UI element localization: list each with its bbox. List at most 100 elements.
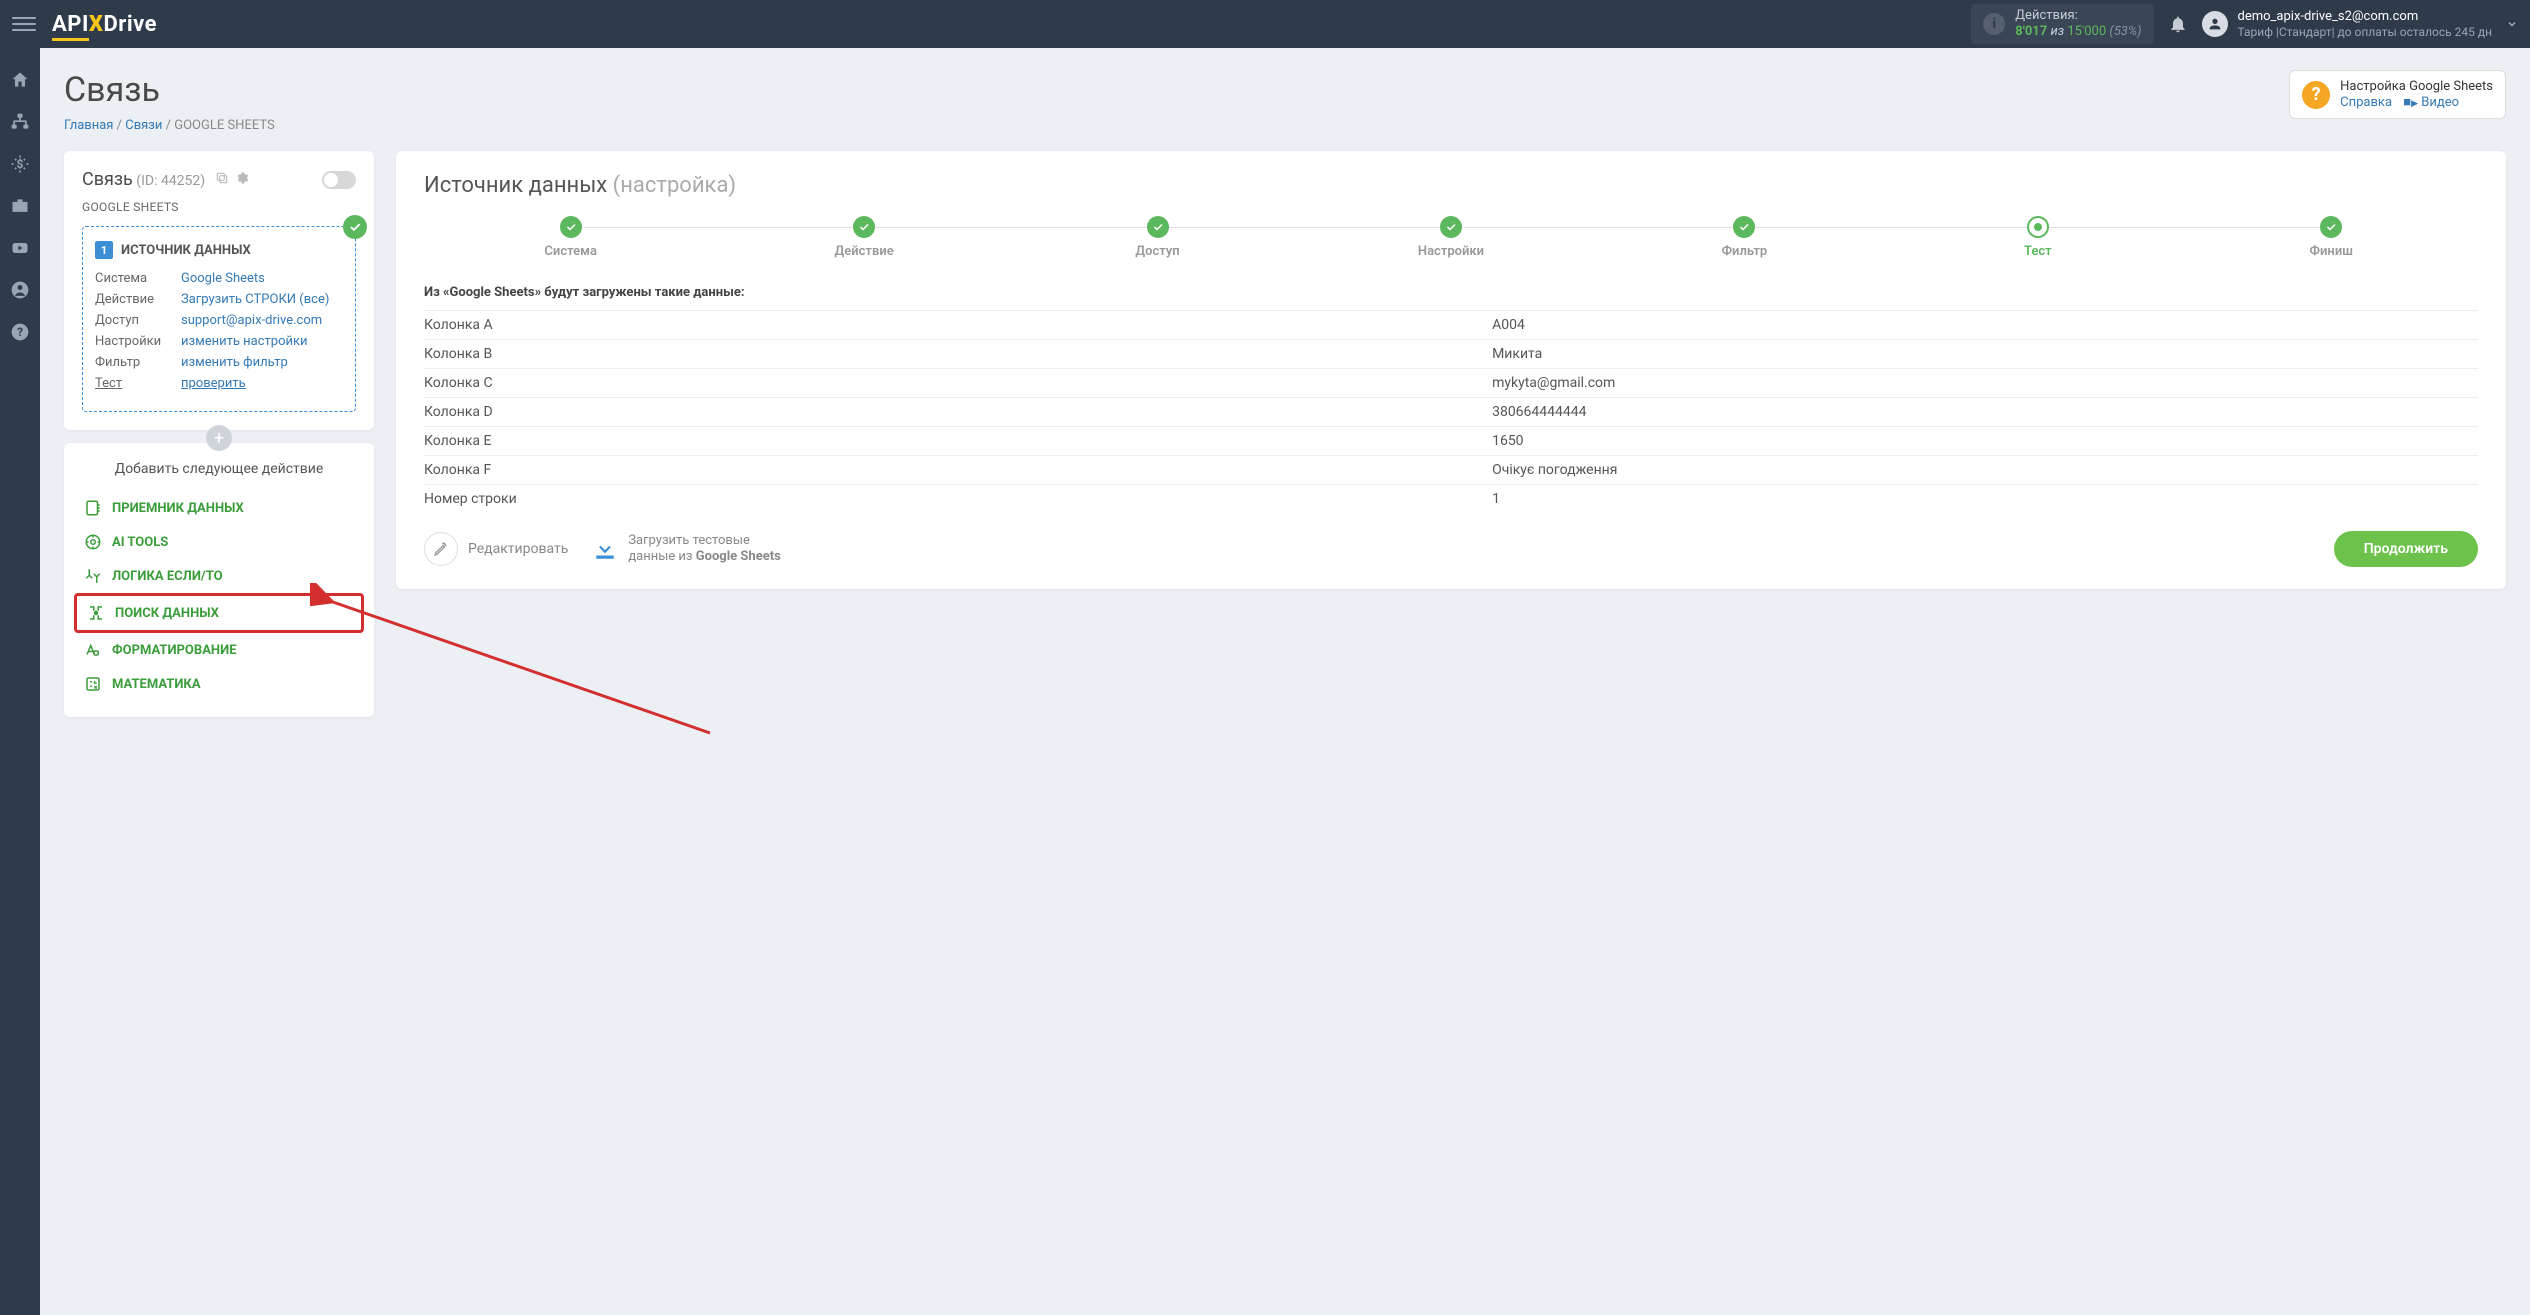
- step-Тест[interactable]: Тест: [1891, 216, 2184, 259]
- actions-usage[interactable]: i Действия: 8'017 из 15'000 (53%): [1971, 4, 2153, 43]
- download-icon: [592, 536, 618, 562]
- action-icon: [84, 675, 102, 693]
- step-label: Фильтр: [1598, 244, 1891, 259]
- nav-help-icon[interactable]: ?: [10, 322, 30, 342]
- action-icon: [84, 641, 102, 659]
- source-number: 1: [95, 241, 113, 259]
- connection-toggle[interactable]: [322, 171, 356, 189]
- nav-billing-icon[interactable]: $: [10, 154, 30, 174]
- add-action-knob[interactable]: +: [206, 425, 232, 451]
- action-math[interactable]: МАТЕМАТИКА: [74, 667, 364, 701]
- action-label: AI TOOLS: [112, 535, 168, 550]
- help-title: Настройка Google Sheets: [2340, 79, 2493, 94]
- nav-connections-icon[interactable]: [10, 112, 30, 132]
- connection-card: Связь (ID: 44252) GOOGLE SHEETS: [64, 151, 374, 430]
- connection-subtitle: GOOGLE SHEETS: [82, 200, 356, 214]
- step-label: Тест: [1891, 244, 2184, 259]
- data-row: Колонка BМикита: [424, 339, 2478, 368]
- steps: СистемаДействиеДоступНастройкиФильтрТест…: [424, 216, 2478, 259]
- source-box[interactable]: 1 ИСТОЧНИК ДАННЫХ СистемаGoogle SheetsДе…: [82, 226, 356, 412]
- topbar: APIXDrive i Действия: 8'017 из 15'000 (5…: [0, 0, 2530, 48]
- logo[interactable]: APIXDrive: [52, 12, 157, 37]
- data-value: 380664444444: [1492, 404, 2478, 420]
- action-label: ФОРМАТИРОВАНИЕ: [112, 643, 237, 658]
- source-key: Доступ: [95, 313, 181, 328]
- info-icon: i: [1983, 13, 2005, 35]
- data-key: Колонка A: [424, 317, 1492, 333]
- bell-icon[interactable]: [2168, 14, 2188, 34]
- connection-title: Связь: [82, 169, 133, 190]
- edit-label: Редактировать: [468, 541, 568, 557]
- user-email: demo_apix-drive_s2@com.com: [2238, 9, 2492, 25]
- logo-x: X: [89, 12, 104, 37]
- action-label: МАТЕМАТИКА: [112, 677, 201, 692]
- step-Финиш[interactable]: Финиш: [2185, 216, 2478, 259]
- data-key: Колонка F: [424, 462, 1492, 478]
- source-value[interactable]: support@apix-drive.com: [181, 313, 322, 328]
- help-link-docs[interactable]: Справка: [2340, 95, 2392, 110]
- source-header: ИСТОЧНИК ДАННЫХ: [121, 243, 251, 258]
- nav-briefcase-icon[interactable]: [10, 196, 30, 216]
- page-title: Связь: [64, 70, 275, 110]
- chevron-down-icon[interactable]: [2506, 18, 2518, 30]
- data-key: Колонка E: [424, 433, 1492, 449]
- source-key: Фильтр: [95, 355, 181, 370]
- user-info[interactable]: demo_apix-drive_s2@com.com Тариф |Станда…: [2238, 9, 2492, 39]
- data-value: Очікує погодження: [1492, 462, 2478, 478]
- nav-user-icon[interactable]: [10, 280, 30, 300]
- continue-button[interactable]: Продолжить: [2334, 531, 2478, 567]
- step-label: Система: [424, 244, 717, 259]
- action-icon: [84, 499, 102, 517]
- data-value: mykyta@gmail.com: [1492, 375, 2478, 391]
- breadcrumb-home[interactable]: Главная: [64, 118, 113, 133]
- action-icon: [84, 533, 102, 551]
- step-Настройки[interactable]: Настройки: [1304, 216, 1597, 259]
- source-value[interactable]: проверить: [181, 376, 246, 391]
- data-key: Колонка C: [424, 375, 1492, 391]
- nav-home-icon[interactable]: [10, 70, 30, 90]
- breadcrumb-current: GOOGLE SHEETS: [174, 118, 274, 133]
- data-row: Колонка D380664444444: [424, 397, 2478, 426]
- edit-button[interactable]: Редактировать: [424, 532, 568, 566]
- breadcrumb-links[interactable]: Связи: [125, 118, 162, 133]
- data-row: Колонка Cmykyta@gmail.com: [424, 368, 2478, 397]
- action-data-search[interactable]: ПОИСК ДАННЫХ: [74, 593, 364, 633]
- connection-id: (ID: 44252): [136, 173, 205, 189]
- user-avatar[interactable]: [2202, 11, 2228, 37]
- data-key: Номер строки: [424, 491, 1492, 507]
- nav-video-icon[interactable]: [10, 238, 30, 258]
- video-icon: ■▶: [2403, 95, 2418, 110]
- menu-toggle[interactable]: [12, 12, 36, 36]
- data-key: Колонка D: [424, 404, 1492, 420]
- step-Система[interactable]: Система: [424, 216, 717, 259]
- step-label: Доступ: [1011, 244, 1304, 259]
- action-icon: [84, 567, 102, 585]
- data-value: 1650: [1492, 433, 2478, 449]
- main-card: Источник данных (настройка) СистемаДейст…: [396, 151, 2506, 589]
- svg-text:$: $: [17, 157, 24, 171]
- source-value[interactable]: изменить фильтр: [181, 355, 288, 370]
- action-label: ПОИСК ДАННЫХ: [115, 606, 219, 621]
- action-logic[interactable]: ЛОГИКА ЕСЛИ/ТО: [74, 559, 364, 593]
- actions-pct: (53%): [2109, 24, 2141, 39]
- copy-icon[interactable]: [215, 171, 229, 185]
- source-value[interactable]: Google Sheets: [181, 271, 265, 286]
- step-label: Финиш: [2185, 244, 2478, 259]
- data-row: Номер строки1: [424, 484, 2478, 513]
- pencil-icon: [424, 532, 458, 566]
- action-ai-tools[interactable]: AI TOOLS: [74, 525, 364, 559]
- data-value: Микита: [1492, 346, 2478, 362]
- action-receiver[interactable]: ПРИЕМНИК ДАННЫХ: [74, 491, 364, 525]
- help-link-video[interactable]: Видео: [2421, 95, 2459, 110]
- source-value[interactable]: изменить настройки: [181, 334, 308, 349]
- step-Действие[interactable]: Действие: [717, 216, 1010, 259]
- help-icon: ?: [2302, 81, 2330, 109]
- action-format[interactable]: ФОРМАТИРОВАНИЕ: [74, 633, 364, 667]
- source-value[interactable]: Загрузить СТРОКИ (все): [181, 292, 329, 307]
- download-test-data[interactable]: Загрузить тестовые данные из Google Shee…: [592, 533, 781, 566]
- step-Фильтр[interactable]: Фильтр: [1598, 216, 1891, 259]
- source-key: Тест: [95, 376, 181, 391]
- step-Доступ[interactable]: Доступ: [1011, 216, 1304, 259]
- gear-icon[interactable]: [235, 171, 249, 185]
- svg-text:?: ?: [17, 325, 23, 339]
